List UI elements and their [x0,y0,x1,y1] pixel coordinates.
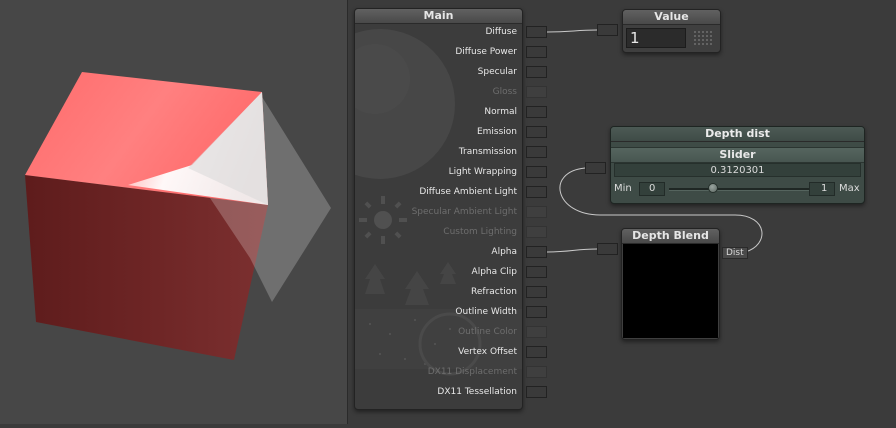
main-input-row: Alpha Clip [355,264,522,284]
depth-blend-title: Depth Blend [622,229,719,244]
min-input[interactable]: 0 [639,182,665,196]
slider-track[interactable] [669,188,809,191]
main-input-row: Diffuse [355,24,522,44]
main-input-row: DX11 Tessellation [355,384,522,404]
main-input-label: Diffuse Ambient Light [419,187,517,197]
main-input-label: Normal [484,107,517,117]
main-input-row: Light Wrapping [355,164,522,184]
main-input-port[interactable] [526,66,547,78]
value-node[interactable]: Value 1 [622,9,721,53]
depth-dist-output-port[interactable] [585,162,606,174]
main-input-row: Gloss [355,84,522,104]
main-input-label: Alpha [491,247,517,257]
main-input-label: Diffuse [485,27,517,37]
main-input-label: Custom Lighting [443,227,517,237]
main-input-label: Light Wrapping [448,167,517,177]
dist-input-port[interactable]: Dist [722,247,748,259]
main-input-label: DX11 Displacement [427,367,517,377]
main-node[interactable]: Main Diffuse Diffuse Power Specular Gloss No… [354,8,523,410]
main-input-row: Diffuse Power [355,44,522,64]
main-input-label: Alpha Clip [471,267,517,277]
main-input-row: Refraction [355,284,522,304]
main-input-port[interactable] [526,46,547,58]
slider-value-field[interactable]: 0.3120301 [614,163,861,177]
main-input-port [526,86,547,98]
main-input-port [526,366,547,378]
value-drag-handle-icon[interactable] [693,30,713,46]
main-input-port[interactable] [526,166,547,178]
slider-subtitle: Slider [611,147,864,163]
main-input-row: Outline Color [355,324,522,344]
main-input-port[interactable] [526,346,547,358]
main-input-row: Normal [355,104,522,124]
main-input-port[interactable] [526,26,547,38]
main-input-label: Vertex Offset [458,347,517,357]
main-input-port[interactable] [526,146,547,158]
main-input-label: Diffuse Power [455,47,517,57]
wire-depthblend-to-alpha [546,248,598,253]
main-input-port[interactable] [526,126,547,138]
main-input-label: DX11 Tessellation [437,387,517,397]
main-input-label: Outline Width [455,307,517,317]
max-input[interactable]: 1 [809,182,835,196]
main-input-row: Specular [355,64,522,84]
main-input-port[interactable] [526,186,547,198]
main-input-label: Refraction [471,287,517,297]
main-input-port[interactable] [526,106,547,118]
slider-thumb[interactable] [707,183,718,193]
main-input-port[interactable] [526,286,547,298]
main-input-label: Outline Color [458,327,517,337]
depth-blend-output-port[interactable] [597,243,618,255]
main-input-label: Emission [476,127,517,137]
depth-dist-title: Depth dist [611,127,864,142]
main-input-port[interactable] [526,386,547,398]
main-input-port[interactable] [526,246,547,258]
value-node-input-port[interactable] [597,24,618,36]
value-node-title: Value [623,10,720,25]
main-input-row: Emission [355,124,522,144]
main-input-row: Outline Width [355,304,522,324]
value-input[interactable]: 1 [626,28,686,48]
max-label: Max [839,183,860,194]
main-input-row: Transmission [355,144,522,164]
main-input-port [526,326,547,338]
main-input-row: Custom Lighting [355,224,522,244]
main-input-row: DX11 Displacement [355,364,522,384]
min-label: Min [614,183,632,194]
depth-dist-node[interactable]: Depth dist Slider 0.3120301 Min 0 1 Max [610,126,865,204]
main-input-port [526,206,547,218]
main-input-row: Specular Ambient Light [355,204,522,224]
main-input-label: Specular Ambient Light [411,207,517,217]
main-node-title: Main [355,9,522,24]
wire-value-to-diffuse [546,29,598,33]
main-input-row: Vertex Offset [355,344,522,364]
main-input-port[interactable] [526,266,547,278]
main-input-label: Transmission [458,147,517,157]
main-input-label: Gloss [492,87,517,97]
main-input-port[interactable] [526,306,547,318]
depth-blend-node[interactable]: Depth Blend [621,228,720,340]
main-input-row: Diffuse Ambient Light [355,184,522,204]
main-input-port [526,226,547,238]
depth-blend-preview [623,244,718,338]
main-input-label: Specular [477,67,517,77]
main-input-row: Alpha [355,244,522,264]
